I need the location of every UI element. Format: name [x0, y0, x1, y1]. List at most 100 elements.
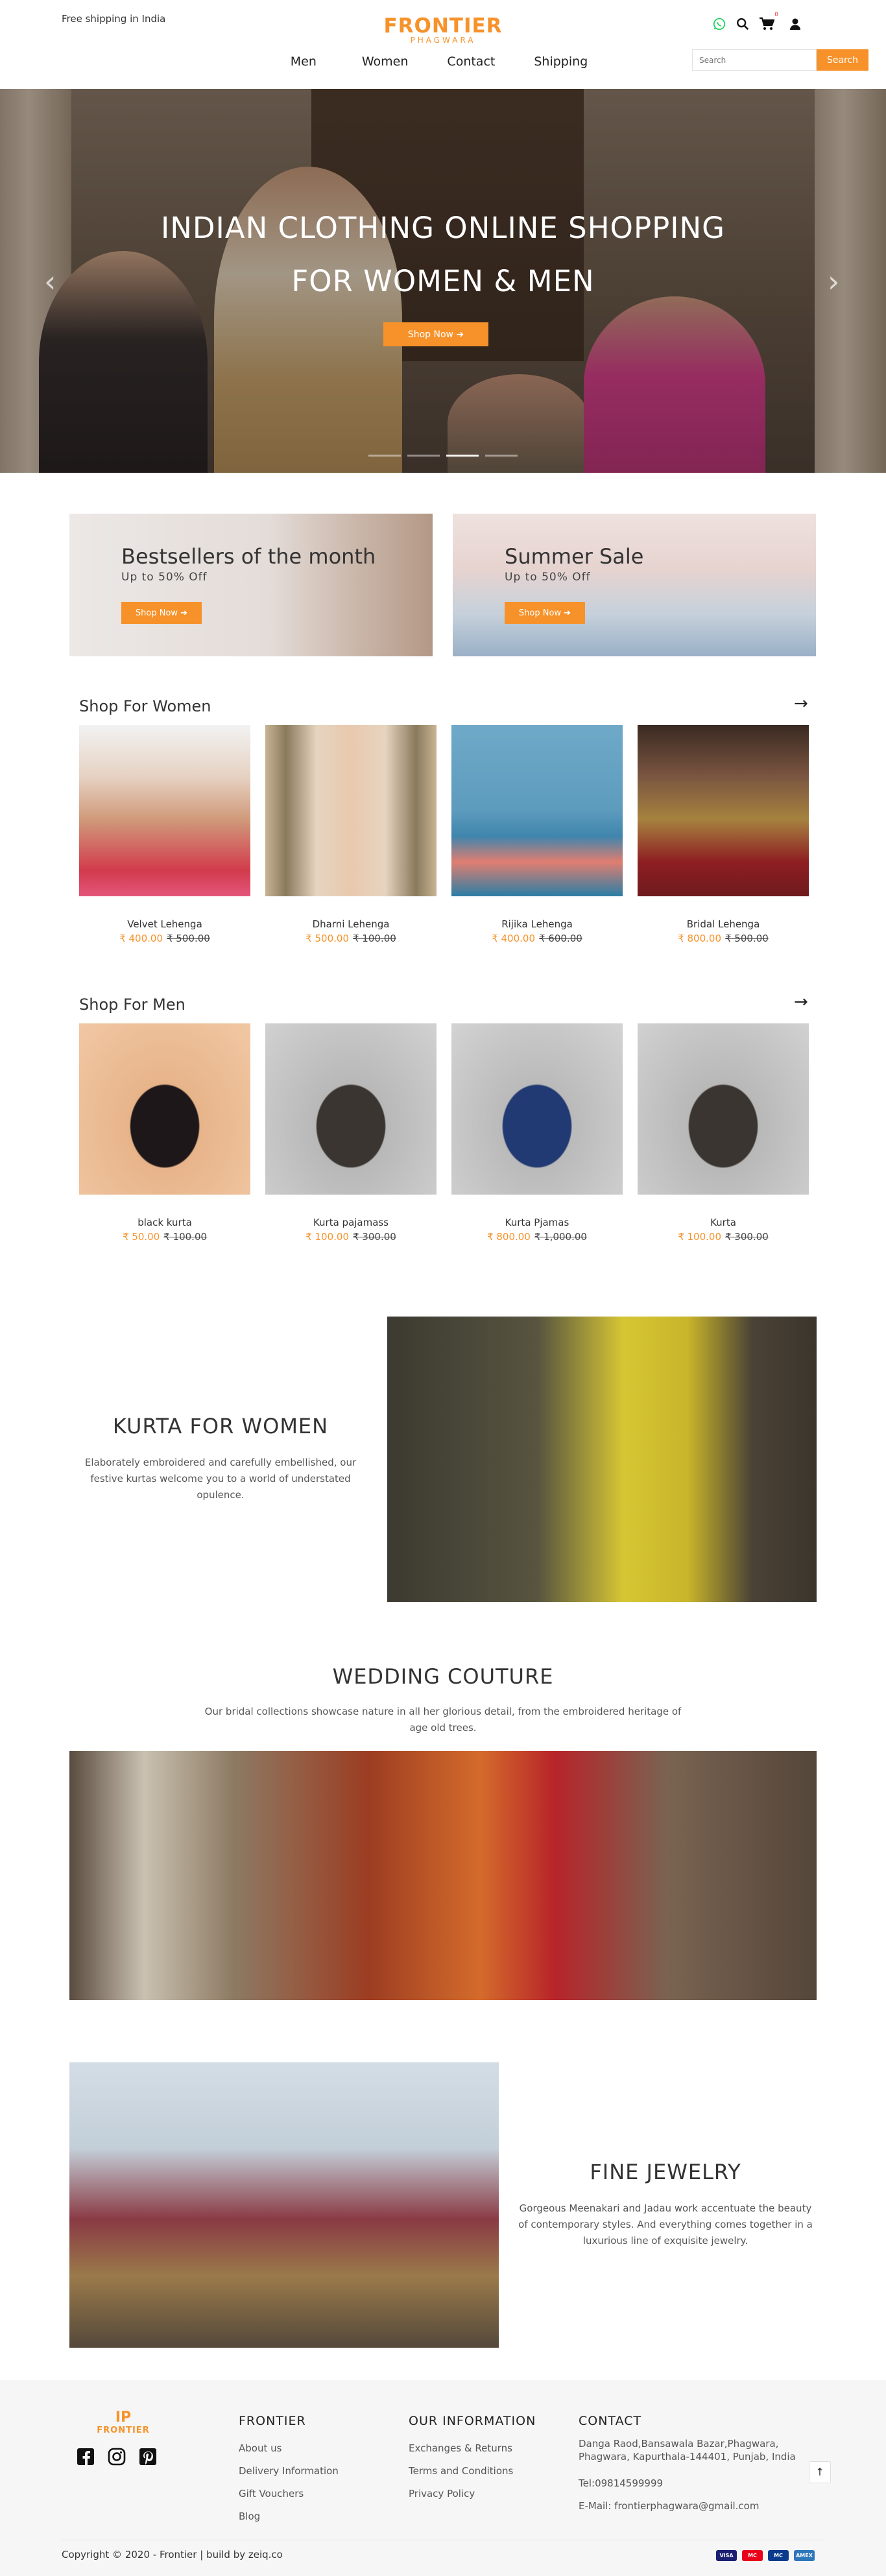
logo-brand: FRONTIER [383, 14, 503, 38]
footer-email[interactable]: E-Mail: frontierphagwara@gmail.com [579, 2495, 819, 2518]
price-current: ₹ 400.00 [119, 933, 163, 944]
promo-bestsellers[interactable]: Bestsellers of the month Up to 50% Off S… [69, 514, 433, 656]
social-links [77, 2448, 157, 2466]
footer-col-title: OUR INFORMATION [409, 2414, 536, 2428]
hero-title: INDIAN CLOTHING ONLINE SHOPPING FOR WOME… [0, 202, 886, 308]
product-price: ₹ 500.00 ₹ 100.00 [265, 933, 437, 944]
nav-men[interactable]: Men [291, 54, 317, 69]
footer-link-about[interactable]: About us [239, 2437, 339, 2460]
footer-logo-mark: IP [115, 2409, 132, 2426]
promo-summer-sale[interactable]: Summer Sale Up to 50% Off Shop Now ➔ [453, 514, 816, 656]
hero-shop-now-button[interactable]: Shop Now ➔ [383, 322, 488, 346]
price-original: ₹ 500.00 [725, 933, 769, 944]
site-logo[interactable]: FRONTIER PHAGWARA [363, 16, 523, 44]
page: Free shipping in India FRONTIER PHAGWARA… [0, 0, 886, 2576]
footer-link-gift-vouchers[interactable]: Gift Vouchers [239, 2483, 339, 2505]
kurta-image[interactable] [387, 1317, 817, 1602]
slide-indicator[interactable] [485, 455, 518, 457]
price-original: ₹ 500.00 [167, 933, 210, 944]
product-card[interactable]: black kurta ₹ 50.00 ₹ 100.00 [79, 1023, 250, 1243]
whatsapp-icon[interactable] [712, 17, 726, 34]
price-original: ₹ 300.00 [725, 1231, 769, 1243]
product-name[interactable]: Kurta [638, 1217, 809, 1228]
nav-shipping[interactable]: Shipping [534, 54, 588, 69]
hero-prev-arrow[interactable]: ‹ [44, 264, 56, 299]
footer-link-privacy[interactable]: Privacy Policy [409, 2483, 536, 2505]
search-input[interactable] [692, 49, 817, 71]
men-section-arrow[interactable]: → [794, 992, 808, 1012]
price-original: ₹ 600.00 [539, 933, 582, 944]
kurta-text: Elaborately embroidered and carefully em… [84, 1457, 357, 1501]
price-original: ₹ 1,000.00 [534, 1231, 587, 1243]
price-current: ₹ 800.00 [678, 933, 721, 944]
product-name[interactable]: Dharni Lehenga [265, 918, 437, 930]
nav-contact[interactable]: Contact [447, 54, 495, 69]
price-current: ₹ 800.00 [487, 1231, 531, 1243]
footer-col-title: FRONTIER [239, 2414, 306, 2428]
product-price: ₹ 800.00 ₹ 1,000.00 [451, 1231, 623, 1243]
wedding-image[interactable] [69, 1751, 817, 2000]
search-button[interactable]: Search [817, 49, 868, 71]
jewelry-image[interactable] [69, 2062, 499, 2348]
product-card[interactable]: Velvet Lehenga ₹ 400.00 ₹ 500.00 [79, 725, 250, 944]
product-name[interactable]: Kurta Pjamas [451, 1217, 623, 1228]
product-name[interactable]: Bridal Lehenga [638, 918, 809, 930]
price-original: ₹ 300.00 [353, 1231, 396, 1243]
jewelry-text: Gorgeous Meenakari and Jadau work accent… [518, 2202, 813, 2247]
product-card[interactable]: Kurta Pjamas ₹ 800.00 ₹ 1,000.00 [451, 1023, 623, 1243]
footer-link-terms[interactable]: Terms and Conditions [409, 2460, 536, 2483]
product-image[interactable] [638, 725, 809, 896]
footer-link-delivery[interactable]: Delivery Information [239, 2460, 339, 2483]
product-card[interactable]: Kurta ₹ 100.00 ₹ 300.00 [638, 1023, 809, 1243]
product-image[interactable] [638, 1023, 809, 1195]
user-icon[interactable] [789, 18, 802, 33]
slide-indicator[interactable] [407, 455, 440, 457]
payment-methods: VISA MC MC AMEX [716, 2550, 815, 2561]
footer-phone[interactable]: Tel:09814599999 [579, 2472, 819, 2495]
product-image[interactable] [451, 725, 623, 896]
price-current: ₹ 100.00 [305, 1231, 349, 1243]
nav-women[interactable]: Women [362, 54, 409, 69]
back-to-top-button[interactable]: ↑ [809, 2461, 831, 2483]
slide-indicator-active[interactable] [446, 455, 479, 457]
jewelry-title: FINE JEWELRY [590, 2160, 741, 2184]
product-image[interactable] [79, 725, 250, 896]
facebook-icon[interactable] [77, 2448, 95, 2466]
footer-link-blog[interactable]: Blog [239, 2505, 339, 2528]
product-name[interactable]: black kurta [79, 1217, 250, 1228]
product-image[interactable] [265, 1023, 437, 1195]
promo-shop-now-button[interactable]: Shop Now ➔ [505, 602, 585, 624]
product-card[interactable]: Bridal Lehenga ₹ 800.00 ₹ 500.00 [638, 725, 809, 944]
price-current: ₹ 50.00 [122, 1231, 160, 1243]
product-name[interactable]: Rijika Lehenga [451, 918, 623, 930]
wedding-text: Our bridal collections showcase nature i… [204, 1706, 682, 1734]
product-name[interactable]: Velvet Lehenga [79, 918, 250, 930]
pinterest-icon[interactable] [139, 2448, 157, 2466]
footer-logo-word: FRONTIER [97, 2426, 150, 2435]
product-image[interactable] [451, 1023, 623, 1195]
cart-icon[interactable]: 0 [759, 12, 778, 34]
footer-logo[interactable]: IP FRONTIER [88, 2409, 159, 2436]
search-icon[interactable] [736, 17, 750, 34]
promo-shop-now-button[interactable]: Shop Now ➔ [121, 602, 202, 624]
product-card[interactable]: Dharni Lehenga ₹ 500.00 ₹ 100.00 [265, 725, 437, 944]
product-name[interactable]: Kurta pajamass [265, 1217, 437, 1228]
product-image[interactable] [79, 1023, 250, 1195]
mastercard-icon: MC [742, 2550, 763, 2561]
product-image[interactable] [265, 725, 437, 896]
cart-count-badge: 0 [774, 12, 778, 18]
price-current: ₹ 500.00 [305, 933, 349, 944]
slide-indicator[interactable] [368, 455, 401, 457]
product-card[interactable]: Kurta pajamass ₹ 100.00 ₹ 300.00 [265, 1023, 437, 1243]
footer-link-exchanges[interactable]: Exchanges & Returns [409, 2437, 536, 2460]
product-card[interactable]: Rijika Lehenga ₹ 400.00 ₹ 600.00 [451, 725, 623, 944]
women-section-arrow[interactable]: → [794, 694, 808, 713]
instagram-icon[interactable] [108, 2448, 126, 2466]
hero-slider: INDIAN CLOTHING ONLINE SHOPPING FOR WOME… [0, 89, 886, 473]
hero-next-arrow[interactable]: › [828, 264, 839, 299]
product-price: ₹ 800.00 ₹ 500.00 [638, 933, 809, 944]
promo-subtitle: Up to 50% Off [505, 571, 591, 584]
price-current: ₹ 400.00 [492, 933, 535, 944]
price-current: ₹ 100.00 [678, 1231, 721, 1243]
shipping-note: Free shipping in India [62, 13, 166, 25]
